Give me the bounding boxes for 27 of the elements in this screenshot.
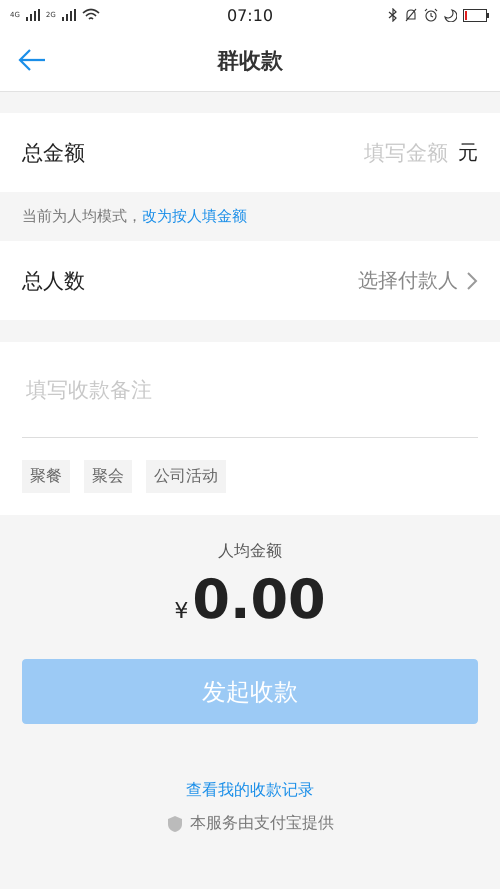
status-time: 07:10 bbox=[226, 6, 274, 24]
switch-mode-link[interactable]: 改为按人填金额 bbox=[142, 207, 247, 225]
bell-off-icon bbox=[404, 8, 418, 22]
field-label: 总金额 bbox=[22, 140, 85, 166]
currency-symbol: ¥ bbox=[174, 599, 188, 624]
page-title: 群收款 bbox=[217, 48, 283, 76]
payer-select[interactable]: 选择付款人 bbox=[358, 267, 458, 294]
alarm-icon bbox=[424, 8, 438, 22]
per-person-amount: 0.00 bbox=[192, 568, 326, 631]
bluetooth-icon bbox=[388, 8, 398, 22]
battery-icon bbox=[462, 8, 490, 22]
signal-icon bbox=[62, 9, 76, 21]
remark-tag[interactable]: 公司活动 bbox=[146, 460, 226, 493]
provider-note: 本服务由支付宝提供 bbox=[190, 813, 334, 834]
shield-icon bbox=[166, 814, 184, 832]
back-arrow-icon bbox=[18, 48, 46, 72]
wifi-icon bbox=[82, 8, 100, 22]
chevron-right-icon bbox=[466, 270, 478, 290]
remark-tag[interactable]: 聚会 bbox=[84, 460, 132, 493]
records-link[interactable]: 查看我的收款记录 bbox=[186, 780, 314, 801]
unit-label: 元 bbox=[458, 139, 478, 166]
moon-icon bbox=[444, 8, 457, 22]
per-person-label: 人均金额 bbox=[218, 541, 282, 562]
remark-tag[interactable]: 聚餐 bbox=[22, 460, 70, 493]
signal-icon bbox=[26, 9, 40, 21]
field-label: 总人数 bbox=[22, 268, 85, 294]
mode-hint: 当前为人均模式，改为按人填金额 bbox=[22, 207, 247, 226]
